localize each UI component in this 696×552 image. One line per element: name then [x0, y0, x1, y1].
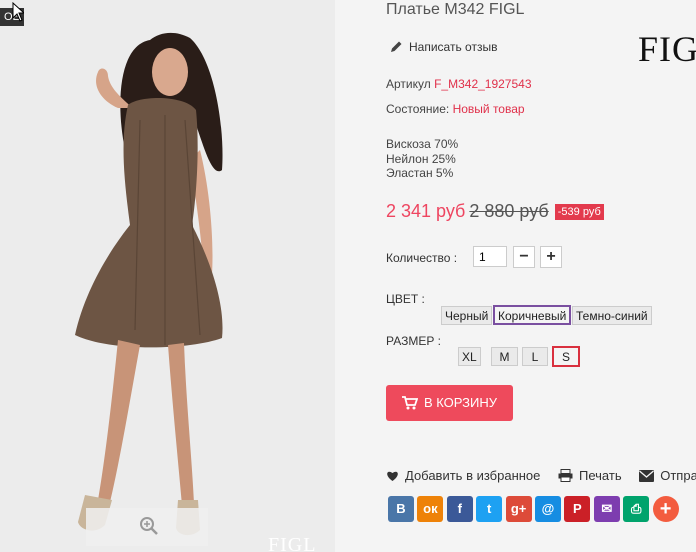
- vk-icon[interactable]: В: [388, 496, 414, 522]
- mouse-cursor-icon: [12, 2, 24, 22]
- composition: Вискоза 70% Нейлон 25% Эластан 5%: [386, 137, 458, 181]
- sku-label: Артикул: [386, 77, 431, 91]
- condition-label: Состояние:: [386, 102, 450, 116]
- condition-row: Состояние: Новый товар: [386, 102, 525, 116]
- add-to-cart-label: В КОРЗИНУ: [423, 395, 498, 410]
- color-option-navy[interactable]: Темно-синий: [572, 306, 652, 325]
- condition-value: Новый товар: [452, 102, 525, 116]
- wishlist-label: Добавить в избранное: [405, 468, 541, 483]
- twitter-icon[interactable]: t: [476, 496, 503, 522]
- sku-value: F_M342_1927543: [434, 77, 532, 91]
- google-plus-icon[interactable]: g+: [505, 496, 532, 522]
- product-photo[interactable]: OE FIGL: [0, 0, 335, 552]
- printer-icon: [558, 469, 573, 482]
- send-label: Отправит: [660, 468, 696, 483]
- price-row: 2 341 руб 2 880 руб -539 руб: [386, 201, 604, 222]
- print-label: Печать: [579, 468, 622, 483]
- pencil-icon: [391, 41, 402, 52]
- more-plus-icon[interactable]: +: [652, 496, 679, 522]
- cart-icon: [401, 396, 419, 410]
- dress-model-image: [0, 0, 335, 552]
- pinterest-icon[interactable]: P: [564, 496, 591, 522]
- size-label: РАЗМЕР :: [386, 334, 441, 348]
- product-details: Платье M342 FIGL Написать отзыв FIGL Арт…: [335, 0, 696, 552]
- composition-line: Эластан 5%: [386, 166, 454, 180]
- discount-badge: -539 руб: [554, 204, 604, 220]
- size-option-m[interactable]: M: [491, 347, 518, 366]
- mail-at-icon[interactable]: @: [535, 496, 561, 522]
- magnifier-icon: [140, 517, 158, 535]
- envelope-icon: [639, 470, 655, 482]
- write-review-link[interactable]: Написать отзыв: [390, 40, 497, 54]
- send-link[interactable]: Отправит: [639, 468, 696, 483]
- current-price: 2 341 руб: [386, 201, 466, 221]
- product-actions: Добавить в избранное Печать Отправит: [386, 468, 696, 483]
- odnoklassniki-icon[interactable]: ок: [417, 496, 444, 522]
- print-link[interactable]: Печать: [558, 468, 625, 483]
- composition-line: Вискоза 70%: [386, 137, 459, 151]
- size-option-l[interactable]: L: [522, 347, 548, 366]
- old-price: 2 880 руб: [469, 201, 549, 221]
- quantity-increase-button[interactable]: +: [540, 246, 562, 268]
- product-title: Платье M342 FIGL: [386, 1, 525, 18]
- write-review-label: Написать отзыв: [409, 40, 498, 54]
- sku-row: Артикул F_M342_1927543: [386, 77, 532, 91]
- color-option-brown-selected[interactable]: Коричневый: [493, 305, 572, 325]
- email-icon[interactable]: ✉: [593, 496, 620, 522]
- brand-logo[interactable]: FIGL: [638, 28, 696, 70]
- heart-icon: [387, 471, 398, 481]
- zoom-button[interactable]: [86, 508, 208, 546]
- add-to-cart-button[interactable]: В КОРЗИНУ: [386, 385, 513, 421]
- photo-watermark: FIGL: [268, 534, 317, 552]
- size-option-xl[interactable]: XL: [458, 347, 481, 366]
- composition-line: Нейлон 25%: [386, 151, 456, 166]
- size-option-s-selected[interactable]: S: [552, 346, 580, 367]
- color-label: ЦВЕТ :: [386, 292, 425, 306]
- color-option-black[interactable]: Черный: [441, 306, 493, 325]
- quantity-input[interactable]: [473, 246, 507, 267]
- print-icon[interactable]: ⎙: [623, 496, 650, 522]
- quantity-label: Количество :: [386, 251, 458, 265]
- quantity-decrease-button[interactable]: −: [513, 246, 535, 268]
- facebook-icon[interactable]: f: [446, 496, 473, 522]
- add-to-wishlist-link[interactable]: Добавить в избранное: [386, 468, 544, 483]
